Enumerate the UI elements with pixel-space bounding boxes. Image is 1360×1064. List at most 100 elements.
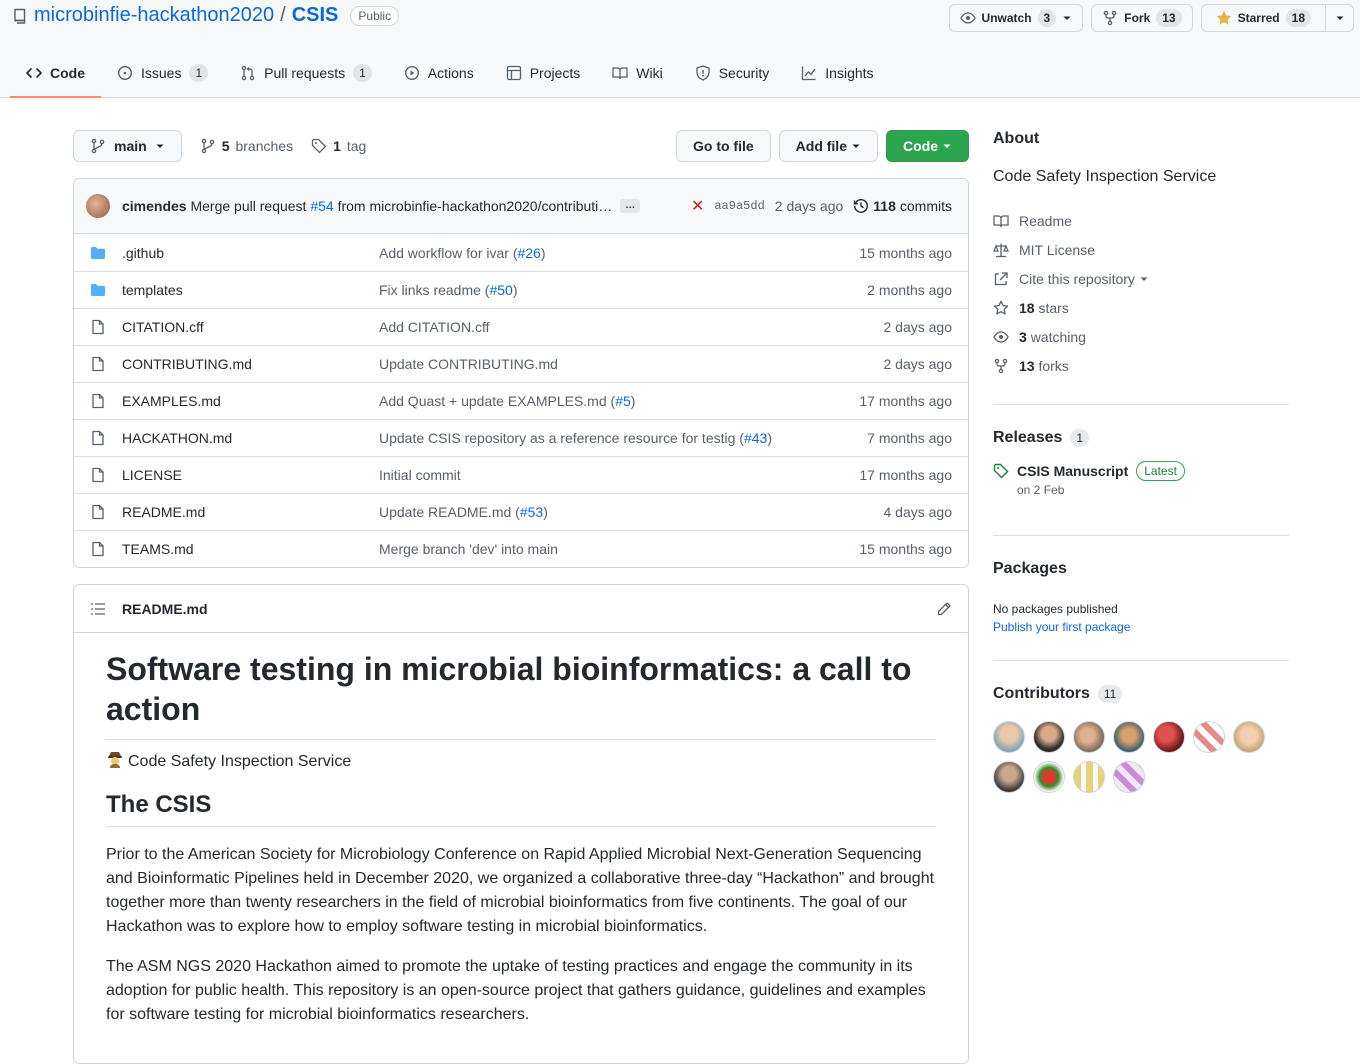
file-commit-text-end[interactable]: ) — [631, 393, 636, 409]
file-name[interactable]: HACKATHON.md — [122, 430, 379, 446]
pencil-icon[interactable] — [936, 601, 952, 617]
sidebar-item-license[interactable]: MIT License — [993, 235, 1289, 264]
repo-owner-link[interactable]: microbinfie-hackathon2020 — [34, 4, 274, 27]
file-commit-pr-link[interactable]: #26 — [517, 245, 540, 261]
file-row[interactable]: LICENSE Initial commit 17 months ago — [74, 456, 968, 493]
sidebar-item-watching[interactable]: 3 watching — [993, 322, 1289, 351]
file-name[interactable]: CONTRIBUTING.md — [122, 356, 379, 372]
commit-message-suffix[interactable]: from microbinfie-hackathon2020/contribut… — [338, 198, 613, 214]
file-name[interactable]: TEAMS.md — [122, 541, 379, 557]
tags-link[interactable]: 1 tag — [311, 138, 366, 154]
file-name[interactable]: README.md — [122, 504, 379, 520]
avatar[interactable] — [1233, 721, 1265, 753]
graph-icon — [801, 65, 817, 81]
packages-heading[interactable]: Packages — [993, 560, 1289, 578]
fork-button-main[interactable]: Fork 13 — [1092, 5, 1191, 31]
commit-pr-link[interactable]: #54 — [310, 198, 333, 214]
branch-selector[interactable]: main — [73, 130, 182, 162]
file-name[interactable]: templates — [122, 282, 379, 298]
tab-wiki[interactable]: Wiki — [596, 49, 678, 97]
avatar[interactable] — [1113, 721, 1145, 753]
fork-button[interactable]: Fork 13 — [1091, 4, 1193, 32]
file-row[interactable]: .github Add workflow for ivar (#26) 15 mon… — [74, 234, 968, 271]
file-commit-text[interactable]: Update CSIS repository as a reference re… — [379, 430, 744, 446]
branches-link[interactable]: 5 branches — [200, 138, 293, 154]
watch-button[interactable]: Unwatch 3 — [948, 4, 1084, 32]
commits-history-link[interactable]: 118 commits — [853, 198, 952, 214]
tab-issues[interactable]: Issues 1 — [101, 49, 224, 97]
file-commit-text-end[interactable]: ) — [513, 282, 518, 298]
sidebar-item-readme[interactable]: Readme — [993, 206, 1289, 235]
tab-insights[interactable]: Insights — [785, 49, 889, 97]
avatar[interactable] — [1073, 761, 1105, 793]
commit-message-prefix[interactable]: Merge pull request — [190, 198, 306, 214]
file-commit-text[interactable]: Fix links readme ( — [379, 282, 489, 298]
file-commit-text-end[interactable]: ) — [767, 430, 772, 446]
file-name[interactable]: EXAMPLES.md — [122, 393, 379, 409]
file-commit-text-end[interactable]: ) — [541, 245, 546, 261]
star-button[interactable]: Starred 18 — [1200, 4, 1354, 32]
file-name[interactable]: CITATION.cff — [122, 319, 379, 335]
file-commit-text[interactable]: Add Quast + update EXAMPLES.md ( — [379, 393, 615, 409]
code-clone-button[interactable]: Code — [886, 130, 969, 162]
file-row[interactable]: HACKATHON.md Update CSIS repository as a … — [74, 419, 968, 456]
list-icon[interactable] — [90, 601, 106, 617]
repo-name-link[interactable]: CSIS — [292, 4, 339, 27]
go-to-file-button[interactable]: Go to file — [675, 130, 771, 162]
tab-actions[interactable]: Actions — [388, 49, 490, 97]
file-commit-text[interactable]: Update CONTRIBUTING.md — [379, 356, 558, 372]
file-row[interactable]: templates Fix links readme (#50) 2 months … — [74, 271, 968, 308]
tab-pull-requests[interactable]: Pull requests 1 — [224, 49, 388, 97]
file-commit-text[interactable]: Add workflow for ivar ( — [379, 245, 517, 261]
release-name[interactable]: CSIS Manuscript — [1017, 463, 1128, 479]
file-row[interactable]: CITATION.cff Add CITATION.cff 2 days ago — [74, 308, 968, 345]
file-commit-text[interactable]: Add CITATION.cff — [379, 319, 489, 335]
avatar[interactable] — [1073, 721, 1105, 753]
avatar[interactable] — [1113, 761, 1145, 793]
file-commit-pr-link[interactable]: #43 — [744, 430, 767, 446]
tab-projects[interactable]: Projects — [490, 49, 597, 97]
readme-filename[interactable]: README.md — [122, 601, 208, 617]
tab-code[interactable]: Code — [10, 49, 101, 98]
commit-author[interactable]: cimendes — [122, 198, 187, 214]
file-name[interactable]: LICENSE — [122, 467, 379, 483]
file-commit-message: Initial commit — [379, 467, 859, 483]
avatar[interactable] — [1193, 721, 1225, 753]
releases-heading[interactable]: Releases 1 — [993, 429, 1289, 447]
publish-package-link[interactable]: Publish your first package — [993, 620, 1130, 634]
avatar[interactable] — [993, 761, 1025, 793]
file-row[interactable]: CONTRIBUTING.md Update CONTRIBUTING.md 2 d… — [74, 345, 968, 382]
file-commit-pr-link[interactable]: #5 — [615, 393, 631, 409]
file-commit-text[interactable]: Update README.md ( — [379, 504, 520, 520]
file-row[interactable]: README.md Update README.md (#53) 4 days ag… — [74, 493, 968, 530]
avatar[interactable] — [1033, 761, 1065, 793]
star-list-dropdown[interactable] — [1325, 5, 1353, 31]
watch-button-main[interactable]: Unwatch 3 — [950, 5, 1083, 31]
file-commit-text[interactable]: Initial commit — [379, 467, 461, 483]
file-row[interactable]: EXAMPLES.md Add Quast + update EXAMPLES.m… — [74, 382, 968, 419]
file-name[interactable]: .github — [122, 245, 379, 261]
file-row[interactable]: TEAMS.md Merge branch 'dev' into main 15 m… — [74, 530, 968, 567]
add-file-button[interactable]: Add file — [778, 130, 878, 162]
file-commit-pr-link[interactable]: #53 — [520, 504, 543, 520]
avatar[interactable] — [86, 194, 110, 218]
readme-section-heading: The CSIS — [106, 790, 936, 827]
tab-security[interactable]: Security — [679, 49, 786, 97]
expand-commit-button[interactable]: … — [620, 199, 641, 213]
latest-release[interactable]: CSIS Manuscript Latest on 2 Feb — [993, 461, 1289, 497]
ci-failed-icon[interactable]: ✕ — [691, 196, 704, 216]
sidebar-item-stars[interactable]: 18 stars — [993, 293, 1289, 322]
commit-sha[interactable]: aa9a5dd — [714, 199, 764, 213]
sidebar-item-forks[interactable]: 13 forks — [993, 351, 1289, 380]
latest-commit-bar: cimendes Merge pull request #54 from mic… — [74, 179, 968, 234]
contributors-heading[interactable]: Contributors 11 — [993, 685, 1289, 703]
avatar[interactable] — [1153, 721, 1185, 753]
file-commit-text-end[interactable]: ) — [543, 504, 548, 520]
star-button-main[interactable]: Starred 18 — [1202, 5, 1325, 31]
file-commit-pr-link[interactable]: #50 — [489, 282, 512, 298]
sidebar-item-cite[interactable]: Cite this repository — [993, 264, 1289, 293]
avatar[interactable] — [993, 721, 1025, 753]
shield-icon — [695, 65, 711, 81]
file-commit-text[interactable]: Merge branch 'dev' into main — [379, 541, 558, 557]
avatar[interactable] — [1033, 721, 1065, 753]
